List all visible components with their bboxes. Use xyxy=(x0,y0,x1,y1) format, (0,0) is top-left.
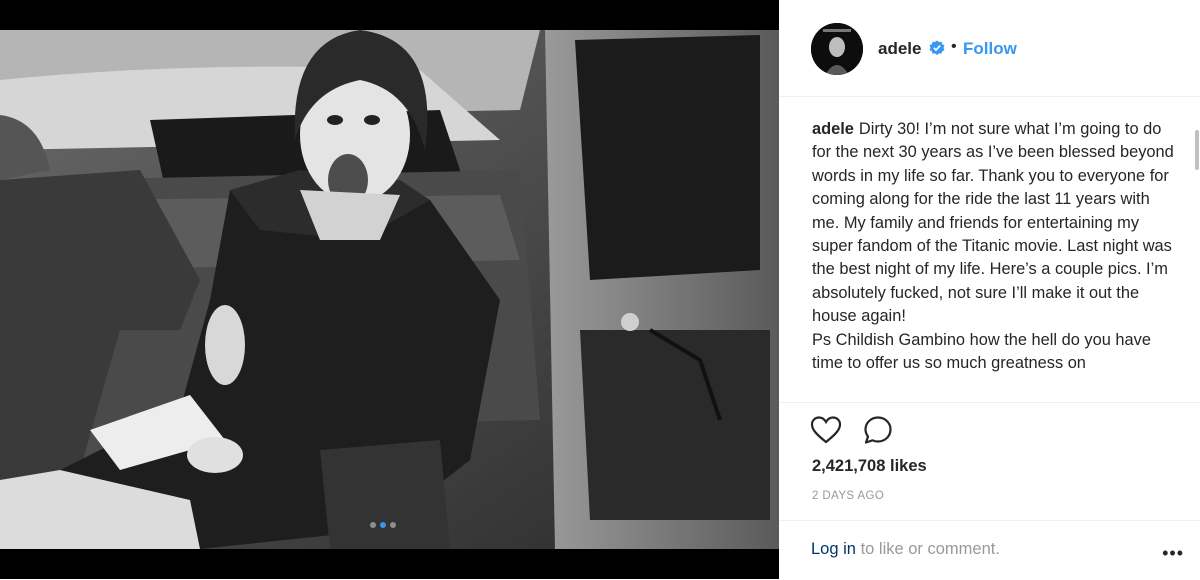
post-photo[interactable] xyxy=(0,0,779,579)
post-footer: Log in to like or comment. ••• xyxy=(779,520,1200,580)
login-link[interactable]: Log in xyxy=(811,540,856,558)
caption-text-ps: Ps Childish Gambino how the hell do you … xyxy=(812,330,1151,373)
carousel-dot[interactable] xyxy=(370,522,376,528)
avatar[interactable] xyxy=(811,23,863,75)
photo-image xyxy=(0,0,779,579)
likes-count[interactable]: 2,421,708 likes xyxy=(812,457,927,476)
carousel-dot[interactable] xyxy=(390,522,396,528)
login-prompt: Log in to like or comment. xyxy=(811,540,1000,559)
caption-scrollbar[interactable] xyxy=(1194,100,1200,400)
comment-icon[interactable] xyxy=(863,415,893,445)
caption-text: Dirty 30! I’m not sure what I’m going to… xyxy=(812,120,1174,326)
verified-badge-icon xyxy=(929,40,945,55)
post-actions: 2,421,708 likes 2 DAYS AGO xyxy=(779,402,1200,503)
post-header: adele • Follow xyxy=(779,0,1200,97)
more-options-button[interactable]: ••• xyxy=(1162,543,1184,564)
post-sidebar: adele • Follow adele Dirty 30! I’m not su… xyxy=(779,0,1200,579)
carousel-indicator xyxy=(370,522,396,528)
carousel-dot-active[interactable] xyxy=(380,522,386,528)
scroll-thumb[interactable] xyxy=(1195,130,1199,170)
header-separator: • xyxy=(951,38,957,55)
post-timestamp[interactable]: 2 DAYS AGO xyxy=(812,490,884,502)
caption-username[interactable]: adele xyxy=(812,120,854,138)
post-caption: adele Dirty 30! I’m not sure what I’m goi… xyxy=(812,118,1177,398)
follow-button[interactable]: Follow xyxy=(963,39,1017,59)
heart-icon[interactable] xyxy=(810,415,842,445)
username[interactable]: adele xyxy=(878,39,921,59)
login-prompt-text: to like or comment. xyxy=(860,540,1000,558)
